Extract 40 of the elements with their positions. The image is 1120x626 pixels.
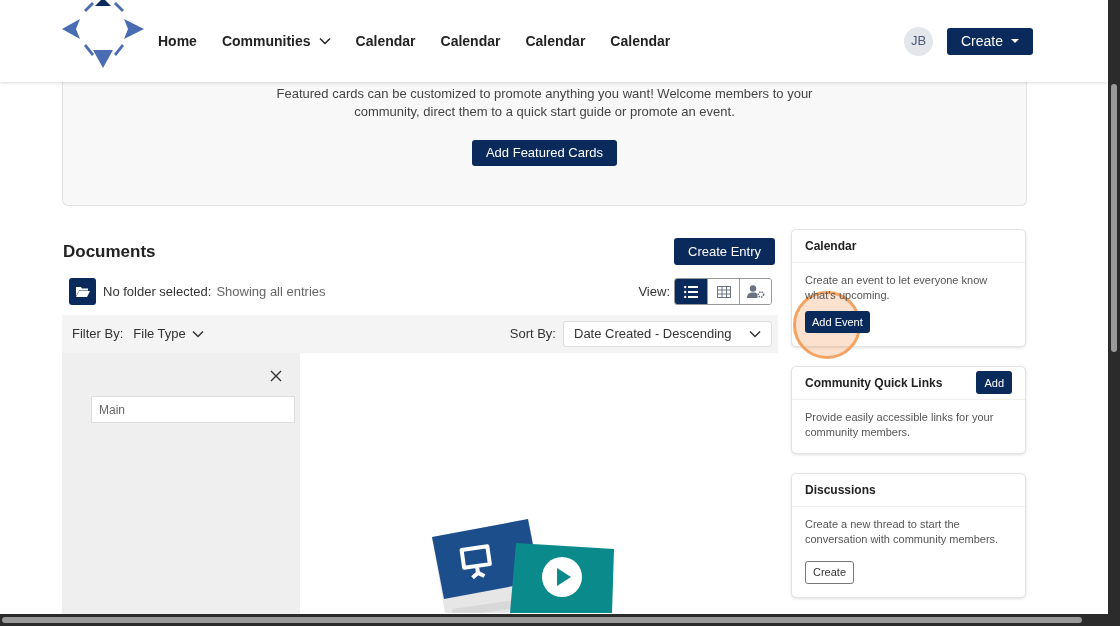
documents-heading: Documents	[63, 240, 156, 263]
sort-label: Sort By:	[509, 325, 556, 344]
user-avatar[interactable]: JB	[903, 26, 933, 56]
nav-link[interactable]: Calendar	[355, 30, 416, 52]
chevron-down-icon	[749, 330, 761, 338]
user-gear-icon	[746, 285, 765, 298]
nav-link[interactable]: Home	[158, 30, 197, 52]
close-icon[interactable]	[270, 370, 282, 382]
add-event-button[interactable]: Add Event	[805, 311, 870, 333]
folder-status: Showing all entries	[216, 282, 326, 301]
view-toggle[interactable]	[675, 279, 707, 304]
chevron-down-icon	[191, 330, 204, 338]
filter-label: Filter By:	[72, 325, 124, 344]
compass-logo[interactable]	[62, 0, 144, 70]
nav-dropdown[interactable]: Communities	[221, 30, 331, 52]
view-toggle[interactable]	[739, 279, 771, 304]
nav-link[interactable]: Calendar	[610, 30, 671, 52]
file-type-dropdown[interactable]: File Type	[133, 324, 204, 344]
view-label: View:	[638, 282, 670, 301]
folder-search-field[interactable]: Main	[91, 396, 295, 423]
add-featured-cards-button[interactable]: Add Featured Cards	[471, 140, 618, 166]
card-description: Provide easily accessible links for your community members.	[805, 409, 995, 440]
featured-description: Featured cards can be customized to promote anything you want! Welcome members to your community, direct them to a quick start guide or promote an event.	[275, 85, 814, 121]
folder-label: No folder selected:	[103, 282, 212, 301]
create-entry-button[interactable]: Create Entry	[674, 238, 775, 265]
sort-dropdown[interactable]: Date Created - Descending	[563, 321, 772, 347]
add-button[interactable]: Add	[976, 371, 1012, 395]
list-icon	[684, 285, 698, 298]
nav-link[interactable]: Calendar	[440, 30, 501, 52]
card-title: Discussions	[805, 481, 876, 499]
card-title: Community Quick Links	[805, 374, 943, 392]
card-title: Calendar	[805, 238, 857, 255]
create-thread-button[interactable]: Create	[805, 560, 855, 584]
create-button[interactable]: Create	[946, 27, 1033, 55]
table-icon	[716, 285, 731, 298]
folder-icon[interactable]	[69, 278, 96, 305]
caret-icon	[1011, 38, 1019, 44]
chevron-down-icon	[318, 37, 331, 45]
nav-link[interactable]: Calendar	[525, 30, 586, 52]
card-description: Create a new thread to start the conversation with community members.	[805, 516, 1000, 547]
